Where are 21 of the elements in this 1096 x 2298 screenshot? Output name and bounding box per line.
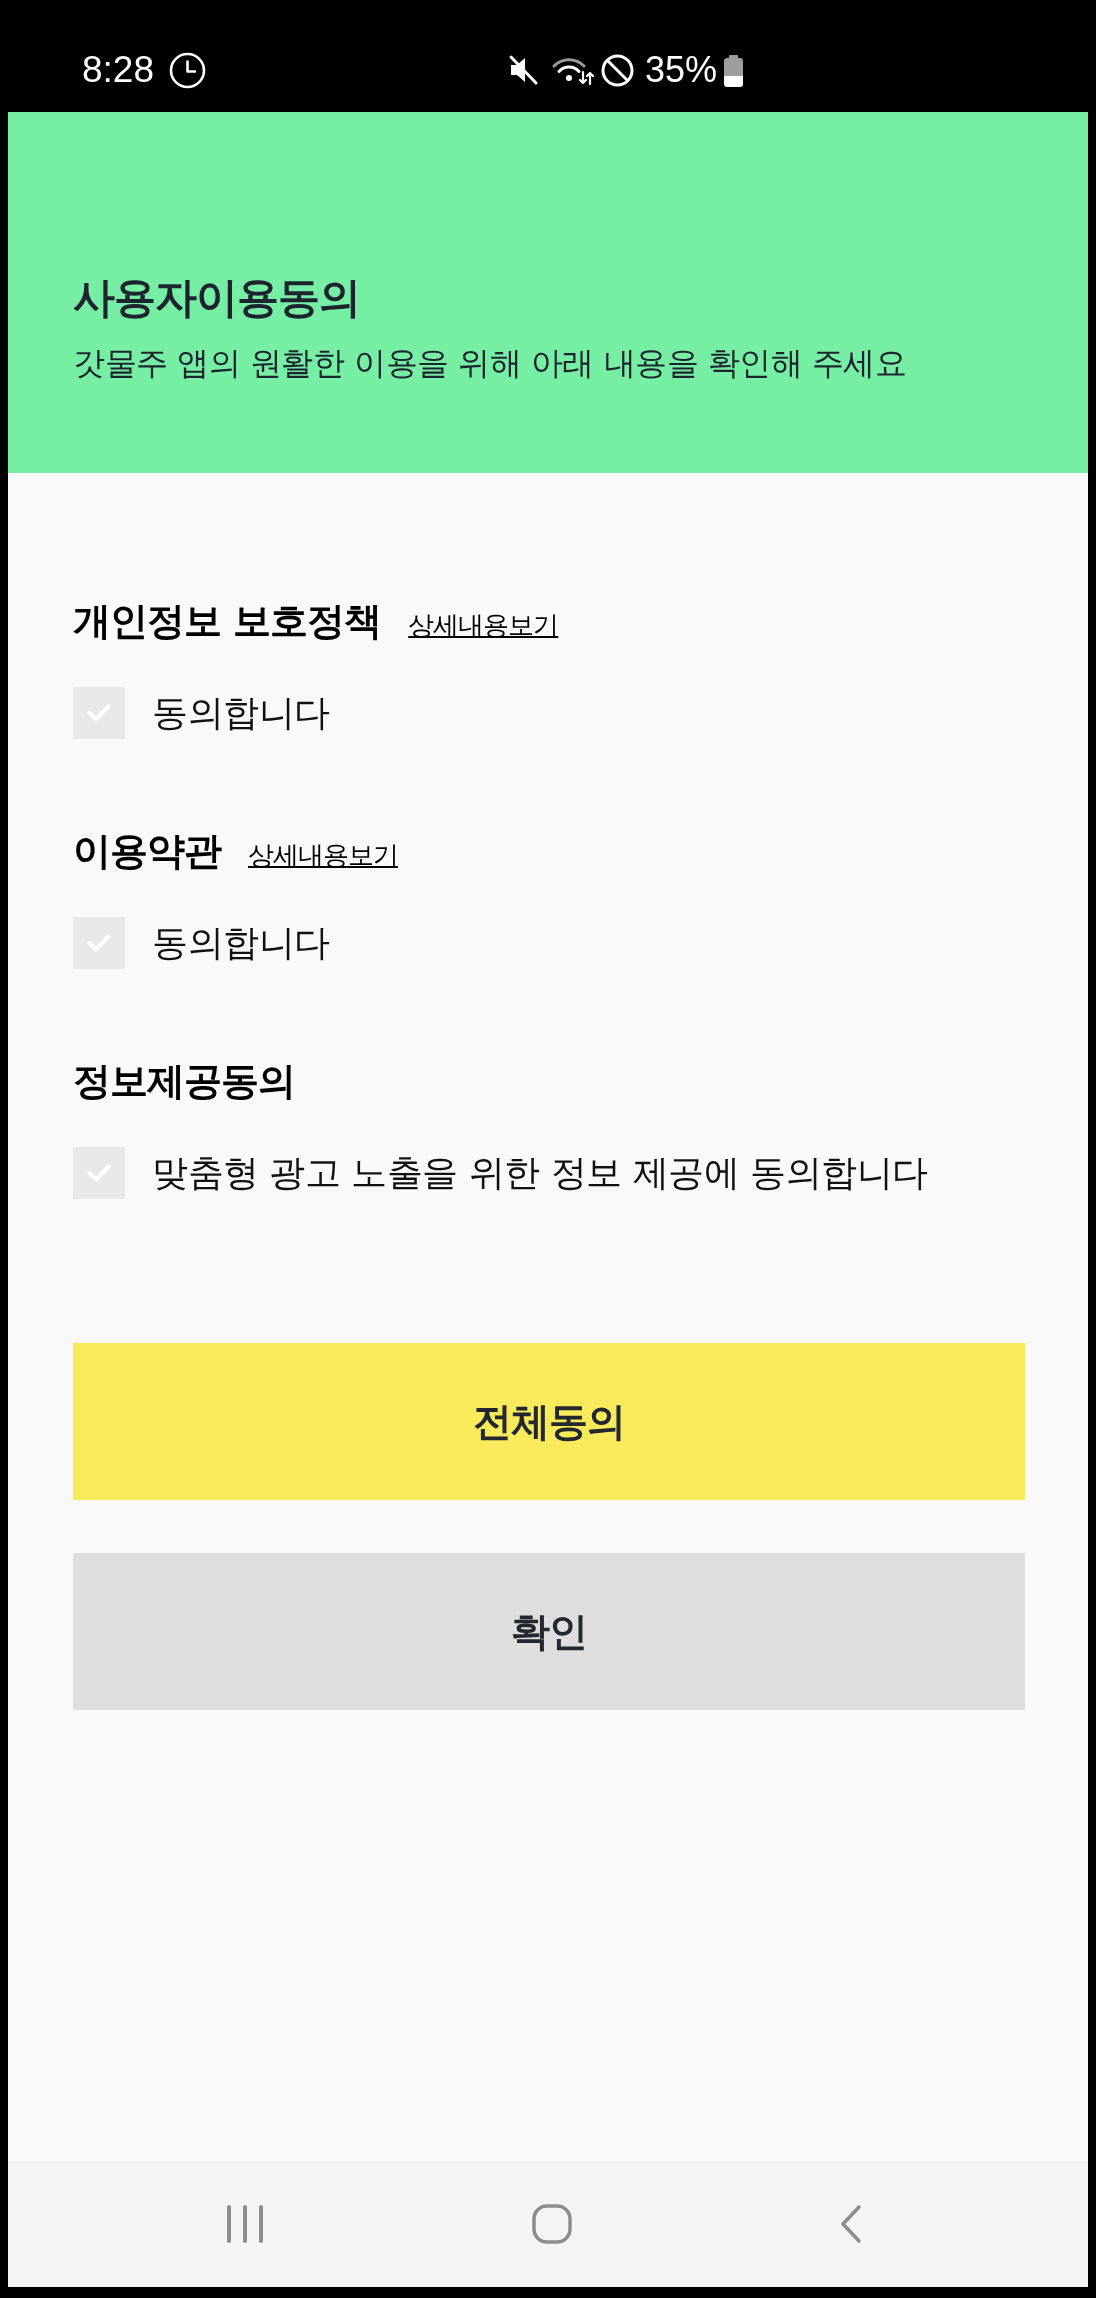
- section-title: 이용약관: [73, 828, 221, 875]
- checkbox-label: 동의합니다: [152, 921, 330, 965]
- checkbox-label: 동의합니다: [152, 691, 330, 735]
- muted-speaker-icon: [507, 54, 539, 86]
- view-details-link[interactable]: 상세내용보기: [408, 607, 559, 643]
- clock-icon: [169, 51, 206, 89]
- agree-all-button[interactable]: 전체동의: [73, 1343, 1025, 1500]
- home-icon[interactable]: [532, 2204, 572, 2244]
- section-title: 정보제공동의: [73, 1058, 295, 1105]
- page-subtitle: 갓물주 앱의 원활한 이용을 위해 아래 내용을 확인해 주세요: [73, 343, 908, 384]
- section-title: 개인정보 보호정책: [73, 598, 382, 645]
- recent-apps-icon[interactable]: [226, 2204, 264, 2244]
- blocked-icon: [600, 53, 634, 87]
- confirm-button[interactable]: 확인: [73, 1553, 1025, 1710]
- page-title: 사용자이용동의: [73, 272, 361, 324]
- battery-percentage: 35%: [644, 48, 717, 92]
- status-time: 8:28: [82, 48, 154, 92]
- view-details-link[interactable]: 상세내용보기: [248, 837, 398, 873]
- battery-icon: [722, 55, 745, 87]
- back-icon[interactable]: [840, 2204, 862, 2244]
- checkbox-label: 맞춤형 광고 노출을 위한 정보 제공에 동의합니다: [152, 1151, 928, 1195]
